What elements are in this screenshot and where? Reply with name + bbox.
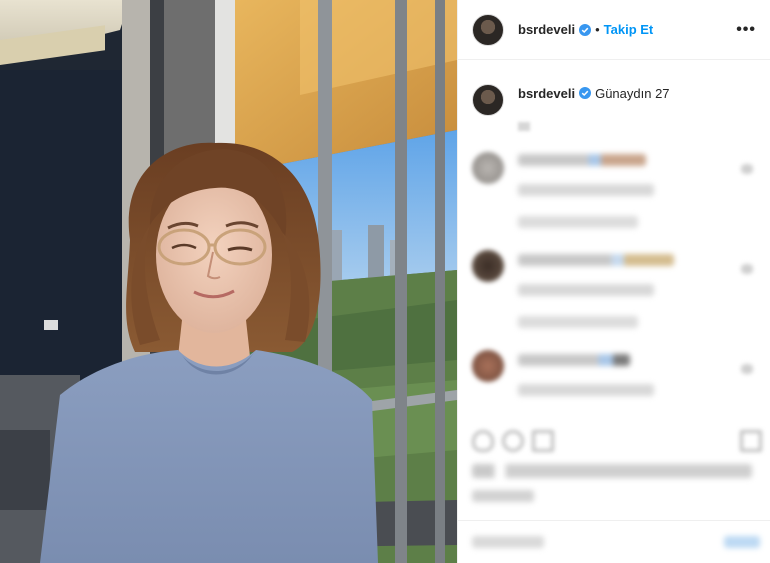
- comments-list: [458, 140, 770, 440]
- comment-avatar: [472, 250, 504, 282]
- comment-item: [458, 340, 770, 440]
- comment-icon[interactable]: [502, 430, 524, 452]
- comment-avatar: [472, 350, 504, 382]
- avatar[interactable]: [472, 13, 504, 46]
- comment-avatar: [472, 152, 504, 184]
- likes-summary-blurred: [472, 464, 752, 478]
- post-side-panel: bsrdeveli • Takip Et ••• bsrdeveli Günayd…: [457, 0, 770, 563]
- comment-item: [458, 240, 770, 340]
- caption-text: bsrdeveli Günaydın 27: [518, 84, 670, 116]
- post-image: [0, 0, 457, 563]
- post-comment-button-blurred[interactable]: [724, 536, 760, 548]
- comment-replies-blurred: [518, 316, 638, 328]
- comment-text-blurred: [518, 154, 646, 166]
- follow-button[interactable]: Takip Et: [604, 22, 654, 37]
- more-options-icon[interactable]: •••: [736, 21, 756, 39]
- post-header: bsrdeveli • Takip Et •••: [458, 0, 770, 60]
- username[interactable]: bsrdeveli: [518, 22, 575, 37]
- verified-badge-icon: [579, 23, 592, 36]
- action-bar: [472, 430, 762, 456]
- like-icon: [741, 164, 753, 174]
- caption-verified-badge-icon: [579, 87, 592, 99]
- like-icon: [741, 264, 753, 274]
- save-icon[interactable]: [740, 430, 762, 452]
- like-icon: [741, 364, 753, 374]
- like-icon[interactable]: [472, 430, 494, 452]
- comment-item: [458, 140, 770, 240]
- caption-body: Günaydın 27: [595, 86, 670, 101]
- comment-text-blurred: [518, 354, 630, 366]
- comment-text-blurred: [518, 254, 674, 266]
- caption-meta-blurred: [518, 122, 530, 131]
- comment-meta-blurred: [518, 284, 654, 296]
- post-date-blurred: [472, 490, 534, 502]
- divider: [458, 520, 770, 521]
- separator-dot: •: [595, 22, 600, 37]
- caption: bsrdeveli Günaydın 27: [458, 60, 770, 116]
- comment-input-blurred[interactable]: [472, 536, 544, 548]
- caption-avatar[interactable]: [472, 84, 504, 116]
- comment-meta-blurred: [518, 184, 654, 196]
- comment-meta-blurred: [518, 384, 654, 396]
- caption-username[interactable]: bsrdeveli: [518, 86, 575, 101]
- comment-replies-blurred: [518, 216, 638, 228]
- post-photo[interactable]: [0, 0, 457, 563]
- share-icon[interactable]: [532, 430, 554, 452]
